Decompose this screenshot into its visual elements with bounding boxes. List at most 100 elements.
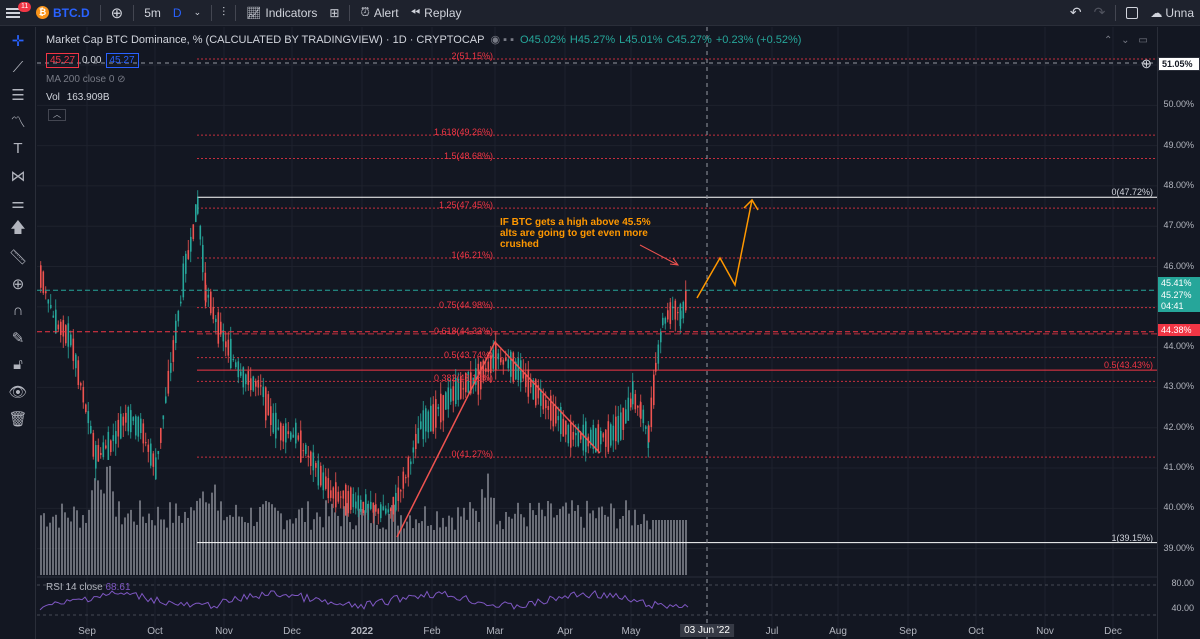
candle-body xyxy=(385,508,387,514)
add-symbol-button[interactable]: ⊕ xyxy=(105,0,130,26)
candle-body xyxy=(565,420,567,435)
volume-bar xyxy=(520,514,522,575)
candle-body xyxy=(82,386,85,403)
trash-icon[interactable]: 🗑︎ xyxy=(0,405,36,432)
candle-body xyxy=(307,455,310,458)
candle-body xyxy=(295,422,297,444)
lock-drawing-icon[interactable]: ✎ xyxy=(0,324,36,351)
interval-d-button[interactable]: D xyxy=(167,0,188,26)
lock-icon[interactable]: 🔓︎ xyxy=(0,351,36,378)
layout-name: Unna xyxy=(1165,5,1194,20)
price-axis-label: 43.00% xyxy=(1163,381,1194,392)
pane-up-icon[interactable]: ⌃ xyxy=(1104,35,1112,46)
volume-bar xyxy=(664,520,666,575)
forecast-icon[interactable]: ⚌ xyxy=(0,189,36,216)
candle-body xyxy=(672,306,674,309)
candle-body xyxy=(527,369,530,397)
volume-bar xyxy=(424,506,426,575)
candle-body xyxy=(252,376,255,391)
volume-bar xyxy=(625,500,627,575)
candle-body xyxy=(95,445,97,469)
candle-body xyxy=(677,312,679,314)
layouts-button[interactable]: ⊞ xyxy=(323,0,345,26)
ask-price[interactable]: 45.27 xyxy=(105,53,139,68)
interval-dropdown-icon[interactable]: ⌄ xyxy=(188,0,208,26)
trend-line-icon[interactable]: ⟋ xyxy=(0,54,36,81)
crosshair-icon[interactable]: ✛ xyxy=(0,27,36,54)
vol-label: Vol xyxy=(46,92,60,103)
volume-bar xyxy=(70,521,72,575)
volume-bar xyxy=(208,503,210,575)
candle-body xyxy=(125,412,127,423)
volume-bar xyxy=(670,520,672,575)
volume-bar xyxy=(463,507,465,575)
candle-body xyxy=(680,310,682,319)
fib-level-label: 1(46.21%) xyxy=(451,250,493,261)
eye-icon[interactable]: 👁︎ xyxy=(0,378,36,405)
volume-bar xyxy=(235,504,237,575)
magnet-icon[interactable]: ∩ xyxy=(0,297,36,324)
annotation-text[interactable]: IF BTC gets a high above 45.5% alts are … xyxy=(500,217,675,250)
node-pattern-icon[interactable]: ⋈ xyxy=(0,162,36,189)
interval-5m-button[interactable]: 5m xyxy=(138,0,167,26)
pane-down-icon[interactable]: ⌄ xyxy=(1121,35,1129,46)
volume-bar xyxy=(352,529,354,575)
volume-bar xyxy=(256,521,258,575)
volume-bar xyxy=(343,506,345,575)
volume-bar xyxy=(445,526,447,575)
fib-retracement-icon[interactable]: ☰ xyxy=(0,81,36,108)
bid-price[interactable]: 45.27 xyxy=(46,53,80,68)
replay-button[interactable]: ⏪︎ Replay xyxy=(405,0,468,26)
volume-bar xyxy=(259,507,261,575)
candle-body xyxy=(662,317,664,326)
candles-icon: ⫶ xyxy=(222,5,226,19)
ohlc-open: O45.02% xyxy=(520,33,566,46)
collapse-legend-button[interactable]: ︿ xyxy=(48,109,66,121)
price-chart[interactable] xyxy=(37,27,1157,639)
eye-crossed-icon[interactable]: ⊘ xyxy=(117,74,125,85)
alert-button[interactable]: ⏰︎ Alert xyxy=(354,0,404,26)
crosshair-add-icon: ⊕ xyxy=(1141,56,1152,71)
volume-bar xyxy=(613,508,615,575)
volume-bar xyxy=(52,516,54,575)
volume-bar xyxy=(622,515,624,575)
volume-bar xyxy=(175,503,177,575)
candle-body xyxy=(302,450,305,452)
volume-bar xyxy=(229,515,231,575)
volume-bar xyxy=(76,510,78,575)
menu-button[interactable]: 11 xyxy=(0,0,32,26)
pattern-icon[interactable]: 〽 xyxy=(0,108,36,135)
zoom-icon[interactable]: ⊕ xyxy=(0,270,36,297)
price-axis-label: 50.00% xyxy=(1163,99,1194,110)
symbol-search[interactable]: ₿ BTC.D xyxy=(30,0,96,26)
volume-bar xyxy=(661,520,663,575)
volume-bar xyxy=(67,517,69,575)
volume-bar xyxy=(307,501,309,575)
candle-body xyxy=(387,509,390,513)
candle-body xyxy=(622,407,625,430)
candle-body xyxy=(425,408,427,432)
text-icon[interactable]: T xyxy=(0,135,36,162)
candle-body xyxy=(297,435,300,440)
cloud-save-button[interactable]: ☁︎ Unna xyxy=(1144,0,1200,26)
fullscreen-button[interactable] xyxy=(1120,0,1144,26)
volume-bar xyxy=(211,492,213,575)
indicators-button[interactable]: 📈︎ Indicators xyxy=(240,0,323,26)
undo-button[interactable]: ↶ xyxy=(1064,0,1088,26)
fib-level-label: 0.75(44.98%) xyxy=(438,299,493,310)
candle-body xyxy=(147,444,150,452)
arrow-up-icon[interactable]: 🡅 xyxy=(0,216,36,243)
candle-body xyxy=(500,357,502,363)
annotation-line-2: alts are going to get even more xyxy=(500,228,648,239)
ruler-icon[interactable]: 📏︎ xyxy=(0,243,36,270)
candle-body xyxy=(50,304,52,309)
volume-bar xyxy=(580,516,582,575)
candle-body xyxy=(72,338,75,361)
redo-button[interactable]: ↷ xyxy=(1088,0,1112,26)
fib-range-label: 0(47.72%) xyxy=(1111,187,1153,198)
candle-body xyxy=(445,392,447,410)
candle-body xyxy=(420,421,422,429)
chart-type-button[interactable]: ⫶ xyxy=(216,0,231,26)
candle-body xyxy=(610,424,612,446)
pane-maximize-icon[interactable]: ▭ xyxy=(1138,35,1147,46)
